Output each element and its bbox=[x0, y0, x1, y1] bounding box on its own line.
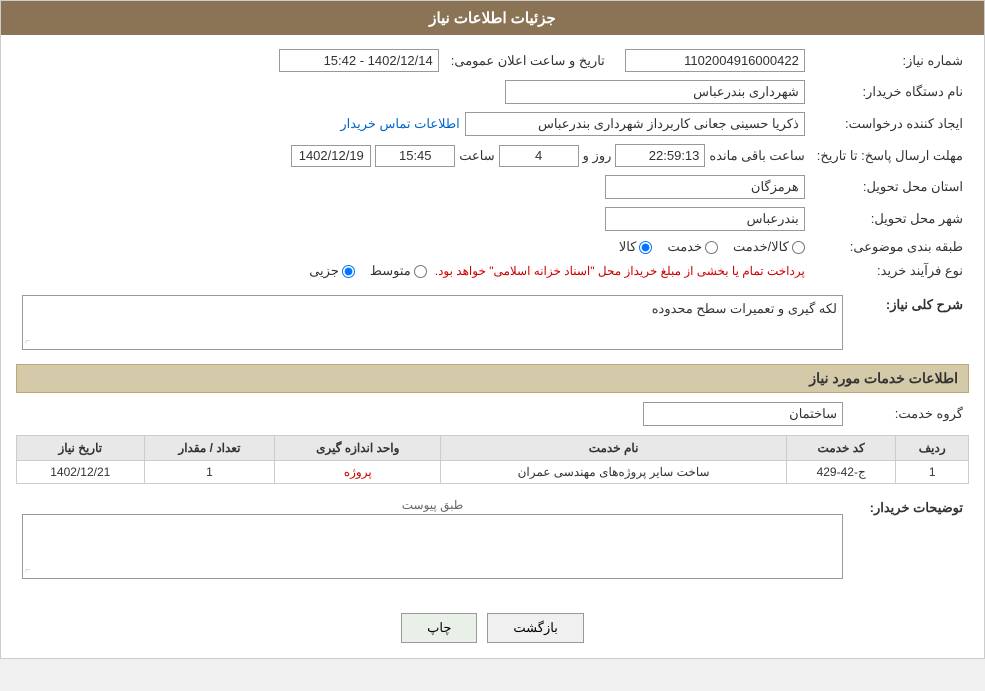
cell-row-num: 1 bbox=[896, 461, 969, 484]
date-label: تاریخ و ساعت اعلان عمومی: bbox=[445, 45, 611, 76]
province-label: استان محل تحویل: bbox=[811, 171, 969, 203]
services-table: ردیف کد خدمت نام خدمت واحد اندازه گیری ت… bbox=[16, 435, 969, 484]
deadline-time-label: ساعت bbox=[459, 148, 494, 164]
purchase-radio-medium[interactable]: متوسط bbox=[370, 263, 427, 279]
col-date: تاریخ نیاز bbox=[17, 436, 145, 461]
creator-label: ایجاد کننده درخواست: bbox=[811, 108, 969, 140]
category-radio-kala-khedmat[interactable]: کالا/خدمت bbox=[733, 239, 805, 255]
description-label: شرح کلی نیاز: bbox=[849, 291, 969, 354]
category-radio-kala[interactable]: کالا bbox=[619, 239, 653, 255]
purchase-warning-text: پرداخت تمام یا بخشی از مبلغ خریداز محل "… bbox=[435, 264, 805, 278]
cell-unit: پروژه bbox=[275, 461, 441, 484]
description-value: لکه گیری و تعمیرات سطح محدوده bbox=[652, 301, 837, 316]
page-header: جزئیات اطلاعات نیاز bbox=[1, 1, 984, 35]
city-label: شهر محل تحویل: bbox=[811, 203, 969, 235]
back-button[interactable]: بازگشت bbox=[487, 613, 583, 643]
col-quantity: تعداد / مقدار bbox=[144, 436, 275, 461]
purchase-radio-minor-label: جزیی bbox=[309, 263, 339, 279]
request-number-label: شماره نیاز: bbox=[811, 45, 969, 76]
province-value: هرمزگان bbox=[605, 175, 805, 199]
attachment-label: طبق پیوست bbox=[22, 498, 843, 512]
col-service-name: نام خدمت bbox=[441, 436, 787, 461]
page-title: جزئیات اطلاعات نیاز bbox=[429, 10, 556, 27]
category-radio-group: کالا/خدمت خدمت کالا bbox=[22, 239, 805, 255]
date-value: 1402/12/14 - 15:42 bbox=[279, 49, 439, 72]
purchase-type-label: نوع فرآیند خرید: bbox=[811, 259, 969, 283]
deadline-remaining-label: ساعت باقی مانده bbox=[709, 148, 804, 164]
deadline-date: 1402/12/19 bbox=[291, 145, 371, 167]
purchase-radio-minor-input[interactable] bbox=[342, 265, 355, 278]
deadline-label: مهلت ارسال پاسخ: تا تاریخ: bbox=[811, 140, 969, 171]
description-box: لکه گیری و تعمیرات سطح محدوده ⌐ bbox=[22, 295, 843, 350]
col-unit: واحد اندازه گیری bbox=[275, 436, 441, 461]
deadline-days-label: روز و bbox=[583, 148, 612, 164]
col-service-code: کد خدمت bbox=[786, 436, 895, 461]
purchase-radio-medium-label: متوسط bbox=[370, 263, 411, 279]
category-radio-khedmat-label: خدمت bbox=[667, 239, 702, 255]
creator-value: ذکریا حسینی جعانی کاربرداز شهرداری بندرع… bbox=[465, 112, 805, 136]
cell-quantity: 1 bbox=[144, 461, 275, 484]
table-row: 1 ج-42-429 ساخت سایر پروژه‌های مهندسی عم… bbox=[17, 461, 969, 484]
cell-service-code: ج-42-429 bbox=[786, 461, 895, 484]
deadline-remaining: 22:59:13 bbox=[615, 144, 705, 167]
org-name-value: شهرداری بندرعباس bbox=[505, 80, 805, 104]
services-section-title: اطلاعات خدمات مورد نیاز bbox=[16, 364, 969, 393]
print-button[interactable]: چاپ bbox=[401, 613, 477, 643]
col-row-num: ردیف bbox=[896, 436, 969, 461]
cell-service-name: ساخت سایر پروژه‌های مهندسی عمران bbox=[441, 461, 787, 484]
cell-date: 1402/12/21 bbox=[17, 461, 145, 484]
deadline-time: 15:45 bbox=[375, 145, 455, 167]
deadline-days: 4 bbox=[499, 145, 579, 167]
purchase-radio-medium-input[interactable] bbox=[414, 265, 427, 278]
category-label: طبقه بندی موضوعی: bbox=[811, 235, 969, 259]
category-radio-khedmat-input[interactable] bbox=[705, 241, 718, 254]
contact-link[interactable]: اطلاعات تماس خریدار bbox=[340, 116, 459, 132]
buyer-notes-box: ⌐ bbox=[22, 514, 843, 579]
resize-handle2: ⌐ bbox=[25, 565, 31, 576]
purchase-radio-group: متوسط جزیی bbox=[309, 263, 427, 279]
button-bar: بازگشت چاپ bbox=[1, 598, 984, 658]
category-radio-kala-khedmat-input[interactable] bbox=[792, 241, 805, 254]
purchase-radio-minor[interactable]: جزیی bbox=[309, 263, 355, 279]
category-radio-kala-khedmat-label: کالا/خدمت bbox=[733, 239, 789, 255]
service-group-value: ساختمان bbox=[643, 402, 843, 426]
category-radio-kala-label: کالا bbox=[619, 239, 637, 255]
city-value: بندرعباس bbox=[605, 207, 805, 231]
category-radio-kala-input[interactable] bbox=[639, 241, 652, 254]
resize-handle: ⌐ bbox=[25, 336, 31, 347]
category-radio-khedmat[interactable]: خدمت bbox=[667, 239, 718, 255]
org-name-label: نام دستگاه خریدار: bbox=[811, 76, 969, 108]
service-group-label: گروه خدمت: bbox=[849, 398, 969, 430]
buyer-notes-label: توضیحات خریدار: bbox=[849, 494, 969, 583]
request-number-value: 1102004916000422 bbox=[625, 49, 805, 72]
